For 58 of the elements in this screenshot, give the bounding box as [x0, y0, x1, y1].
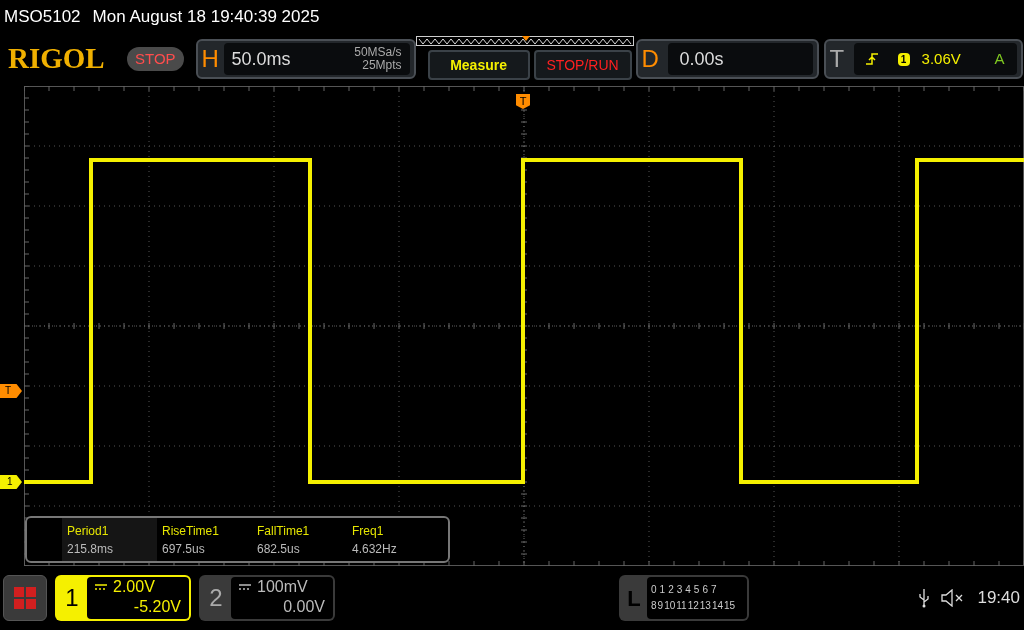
rising-edge-icon	[865, 53, 878, 65]
trigger-level-marker: T	[0, 384, 22, 398]
channel-number: 1	[64, 583, 80, 613]
grid-icon	[14, 587, 36, 609]
channel-scale: 100mV	[257, 577, 308, 597]
measurement-value: 682.5us	[257, 540, 301, 558]
measurement-name: Period1	[67, 522, 110, 540]
channel-offset-marker: 1	[0, 475, 22, 489]
dc-coupling-icon	[95, 584, 107, 590]
trigger-level: 3.06V	[921, 48, 961, 69]
run-state-indicator: STOP	[127, 47, 184, 71]
logic-channel-number: 14	[711, 599, 723, 613]
logic-channel-number: 13	[699, 599, 711, 613]
usb-icon	[919, 588, 930, 608]
measurement-name: RiseTime1	[162, 522, 220, 540]
clock-time: 19:40	[977, 587, 1020, 610]
memory-depth: 25Mpts	[362, 59, 402, 72]
horizontal-label: H	[201, 44, 220, 74]
logic-channel-number: 4	[685, 583, 691, 597]
logic-channel-number: 10	[664, 599, 676, 613]
channel-tab[interactable]: 2 100mV 0.00V	[199, 575, 335, 621]
delay-value: 0.00s	[679, 47, 724, 71]
stop-run-button[interactable]: STOP/RUN	[533, 50, 632, 80]
logic-channel-number: 11	[676, 599, 687, 613]
logic-channel-number: 15	[724, 599, 736, 613]
logic-channel-number: 5	[693, 583, 700, 597]
measurement-value: 4.632Hz	[352, 540, 398, 558]
logic-channel-number: 2	[668, 583, 674, 597]
measurement-name: FallTime1	[257, 522, 311, 540]
channel-tab[interactable]: 1 2.00V -5.20V	[55, 575, 191, 621]
delay-label: D	[641, 44, 660, 74]
trigger-mode: A	[994, 48, 1005, 69]
logic-channel-number: 3	[676, 583, 683, 597]
channel-offset: -5.20V	[132, 597, 181, 617]
logic-channel-number: 1	[659, 583, 666, 597]
measurement-name: Freq1	[352, 522, 385, 540]
trigger-position-marker: T	[516, 94, 530, 109]
logic-channel-number: 7	[710, 583, 717, 597]
measurement-value: 697.5us	[162, 540, 206, 558]
logic-label: L	[626, 584, 642, 613]
brand-logo: RIGOL	[8, 41, 106, 77]
channel-scale: 2.00V	[113, 577, 155, 597]
logic-channel-number: 6	[702, 583, 708, 597]
sample-rate: 50MSa/s	[354, 46, 402, 59]
measure-button[interactable]: Measure	[427, 50, 530, 80]
trigger-source: 1	[897, 52, 910, 66]
timebase-value: 50.0ms	[231, 47, 291, 71]
channel-number: 2	[208, 583, 224, 613]
dc-coupling-icon	[239, 584, 251, 590]
logic-channel-number: 12	[687, 599, 699, 613]
model-name: MSO5102	[4, 6, 81, 29]
logic-channel-number: 8	[651, 599, 657, 613]
measurement-value: 215.8ms	[67, 540, 115, 558]
trigger-label: T	[829, 44, 846, 74]
date-time: Mon August 18 19:40:39 2025	[92, 6, 320, 29]
channel-offset: 0.00V	[282, 597, 325, 617]
logic-channel-number: 0	[651, 583, 657, 597]
logic-channel-number: 9	[657, 599, 664, 613]
